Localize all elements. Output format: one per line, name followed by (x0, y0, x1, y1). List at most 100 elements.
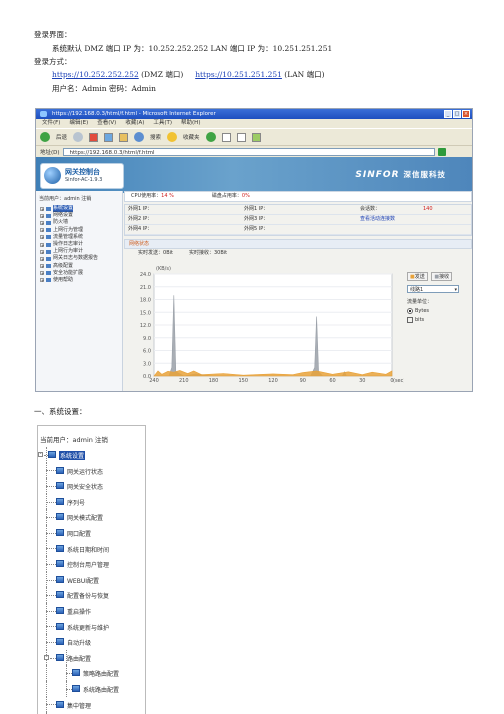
sidebar-item[interactable]: + 使用帮助 (36, 277, 122, 284)
go-button[interactable] (437, 147, 446, 156)
menu-favorites[interactable]: 收藏(A) (125, 119, 144, 128)
unit-bytes-radio[interactable]: Bytes (407, 308, 469, 314)
tree-item[interactable]: 重启操作 (38, 602, 145, 619)
refresh-icon[interactable] (104, 132, 114, 142)
sidebar-item[interactable]: + 安全功能扩展 (36, 270, 122, 277)
tree-current-user: 当前用户：admin 注销 (40, 436, 108, 444)
table-cell: 140 (423, 206, 433, 212)
sidebar-item[interactable]: + 上网行为管理 (36, 227, 122, 234)
tree-item[interactable]: 策略路由配置 (38, 665, 145, 681)
tree-item[interactable]: WEBUI配置 (38, 571, 145, 588)
x-axis-label: (sec) (393, 378, 404, 384)
tree-item[interactable]: 网口配置 (38, 524, 145, 541)
stop-icon[interactable] (89, 132, 99, 142)
expand-icon[interactable]: + (40, 206, 44, 211)
maximize-icon[interactable]: □ (453, 110, 461, 118)
favorites-icon[interactable] (167, 132, 178, 142)
table-cell: 外网4 IP： (128, 226, 153, 232)
tree-item-label: 配置备份与恢复 (67, 593, 110, 601)
tree-item[interactable]: 自动升级 (38, 634, 145, 650)
tree-item[interactable]: 系统更新与维护 (38, 618, 145, 635)
send-checkbox[interactable]: ■发送 (407, 272, 428, 281)
tree-item[interactable]: 网关安全状态 (38, 478, 145, 494)
minimize-icon[interactable]: _ (444, 110, 452, 118)
window-titlebar: https://192.168.0.3/html/f.html - Micros… (36, 109, 472, 119)
page-icon (56, 575, 64, 583)
expand-icon[interactable]: + (40, 213, 44, 218)
page-icon (56, 513, 64, 521)
table-cell (314, 225, 357, 234)
expand-icon[interactable]: + (40, 242, 44, 247)
collapse-icon[interactable]: - (38, 452, 43, 457)
menu-tools[interactable]: 工具(T) (153, 119, 172, 128)
history-icon[interactable] (205, 132, 216, 142)
search-label[interactable]: 搜索 (150, 133, 161, 141)
tree-item[interactable]: 配置备份与恢复 (38, 587, 145, 603)
tree-root[interactable]: - 系统设置 (38, 447, 145, 463)
menu-help[interactable]: 帮助(H) (181, 119, 200, 128)
forward-icon[interactable] (73, 132, 84, 142)
tree-item-label: 控制台用户管理 (67, 562, 110, 570)
expand-icon[interactable]: + (40, 228, 44, 233)
sidebar-item[interactable]: + 高级配置 (36, 263, 122, 270)
table-cell[interactable]: 查看活动连接数 (357, 215, 420, 224)
menu-edit[interactable]: 编辑(E) (69, 119, 88, 128)
line-select[interactable]: 线路1 (407, 285, 459, 294)
close-icon[interactable]: × (462, 110, 470, 118)
dmz-suffix: (DMZ 端口) (138, 70, 184, 79)
collapse-icon[interactable]: - (44, 654, 49, 660)
expand-icon[interactable]: + (40, 249, 44, 254)
expand-icon[interactable]: + (40, 264, 44, 269)
table-cell (314, 205, 357, 214)
console-banner: 网关控制台 Sinfor-AC-1.9.3 SINFOR 深信服科技 (36, 157, 472, 193)
menu-file[interactable]: 文件(F) (42, 119, 60, 128)
unit-bits-radio[interactable]: bits (407, 317, 469, 323)
tree-item-label: 序列号 (67, 499, 86, 507)
tree-item[interactable]: 网关运行状态 (38, 462, 145, 479)
mail-icon[interactable] (221, 132, 231, 142)
section-heading: 一、系统设置： (34, 407, 87, 416)
back-label[interactable]: 后退 (56, 133, 67, 141)
sidebar-item[interactable]: + 系统设置 (36, 205, 122, 213)
expand-icon[interactable]: + (40, 271, 44, 276)
expand-icon[interactable]: + (40, 278, 44, 283)
tree-item[interactable]: 集中管理 (38, 696, 145, 713)
expand-icon[interactable]: + (40, 235, 44, 240)
edit-icon[interactable] (251, 132, 261, 142)
sidebar-item[interactable]: + 网关日志与数据报告 (36, 255, 122, 262)
usage-line: CPU使用率：14 % 磁盘占用率：0% (124, 191, 472, 202)
recv-checkbox[interactable]: ■接收 (431, 272, 453, 281)
tree-item[interactable]: 系统日期和时间 (38, 540, 145, 557)
tree-item[interactable]: 网关模式配置 (38, 509, 145, 525)
x-tick-label: 150 (238, 378, 248, 384)
home-icon[interactable] (119, 132, 129, 142)
table-cell: 外网1 IP： (244, 206, 269, 212)
back-icon[interactable] (40, 132, 50, 142)
folder-icon (46, 271, 51, 276)
page-icon (56, 591, 64, 599)
sidebar-item[interactable]: + 防火墙 (36, 219, 122, 226)
sidebar-item[interactable]: + 流量管理系统 (36, 234, 122, 241)
tree-item[interactable]: 系统路由配置 (38, 680, 145, 697)
menu-view[interactable]: 查看(V) (97, 119, 116, 128)
interface-info-table: 外网1 IP： 外网1 IP： 会话数： 140 外网2 IP： 外网3 IP： 查看活动连… (124, 204, 472, 236)
tree-item[interactable]: 序列号 (38, 493, 145, 510)
tree-item[interactable]: 控制台用户管理 (38, 556, 145, 572)
realtime-recv: 实时接收：30Bit (188, 250, 228, 256)
console-logo: 网关控制台 Sinfor-AC-1.9.3 (40, 163, 124, 189)
browser-window: https://192.168.0.3/html/f.html - Micros… (35, 108, 473, 392)
table-cell (420, 215, 443, 224)
lan-link[interactable]: https://10.251.251.251 (195, 70, 282, 79)
globe-icon (44, 167, 61, 184)
window-title: https://192.168.0.3/html/f.html - Micros… (52, 111, 216, 117)
expand-icon[interactable]: + (40, 220, 44, 225)
search-icon[interactable] (134, 132, 145, 142)
address-input[interactable]: https://192.168.0.3/html/f.html (62, 147, 435, 156)
tree-routing[interactable]: - 路由配置 (38, 649, 145, 666)
expand-icon[interactable]: + (40, 256, 44, 261)
sidebar-item[interactable]: + 网络设置 (36, 212, 122, 219)
print-icon[interactable] (236, 132, 246, 142)
folder-icon (46, 278, 51, 283)
favorites-label[interactable]: 收藏夹 (183, 133, 200, 141)
dmz-link[interactable]: https://10.252.252.252 (52, 70, 139, 79)
